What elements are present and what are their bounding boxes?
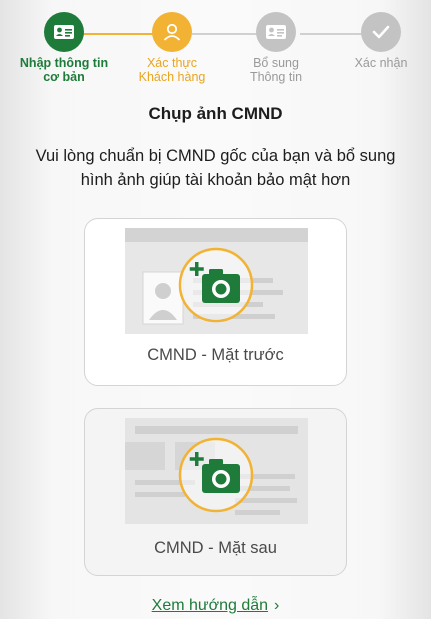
view-guide-link[interactable]: Xem hướng dẫn › [0,597,431,615]
id-back-capture-card[interactable]: CMND - Mặt sau [84,408,347,576]
step-confirm[interactable]: Xác nhận [326,12,431,70]
step-label: Xác nhận [354,56,408,70]
progress-stepper: Nhập thông tin cơ bản Xác thực Khách hàn… [0,0,431,96]
user-icon [163,23,181,41]
step-additional-info[interactable]: Bổ sung Thông tin [221,12,331,84]
step-circle-pending [256,12,296,52]
page-title: Chụp ảnh CMND [148,104,283,123]
page-description: Vui lòng chuẩn bị CMND gốc của bạn và bổ… [35,147,396,189]
step-circle-pending [361,12,401,52]
id-front-illustration [125,228,308,334]
step-circle-active [152,12,192,52]
check-icon [372,25,390,39]
id-card-icon [54,25,74,39]
id-back-label: CMND - Mặt sau [154,539,277,557]
step-label: Nhập thông tin cơ bản [19,56,109,84]
step-basic-info[interactable]: Nhập thông tin cơ bản [9,12,119,84]
chevron-right-icon: › [274,597,280,614]
step-circle-done [44,12,84,52]
id-front-label: CMND - Mặt trước [147,346,284,364]
step-verify-customer[interactable]: Xác thực Khách hàng [117,12,227,84]
id-front-capture-card[interactable]: CMND - Mặt trước [84,218,347,386]
id-back-illustration [125,418,308,524]
id-card-icon [266,25,286,39]
step-label: Xác thực Khách hàng [138,56,206,84]
view-guide-label: Xem hướng dẫn [151,597,269,614]
step-label: Bổ sung Thông tin [249,56,303,84]
